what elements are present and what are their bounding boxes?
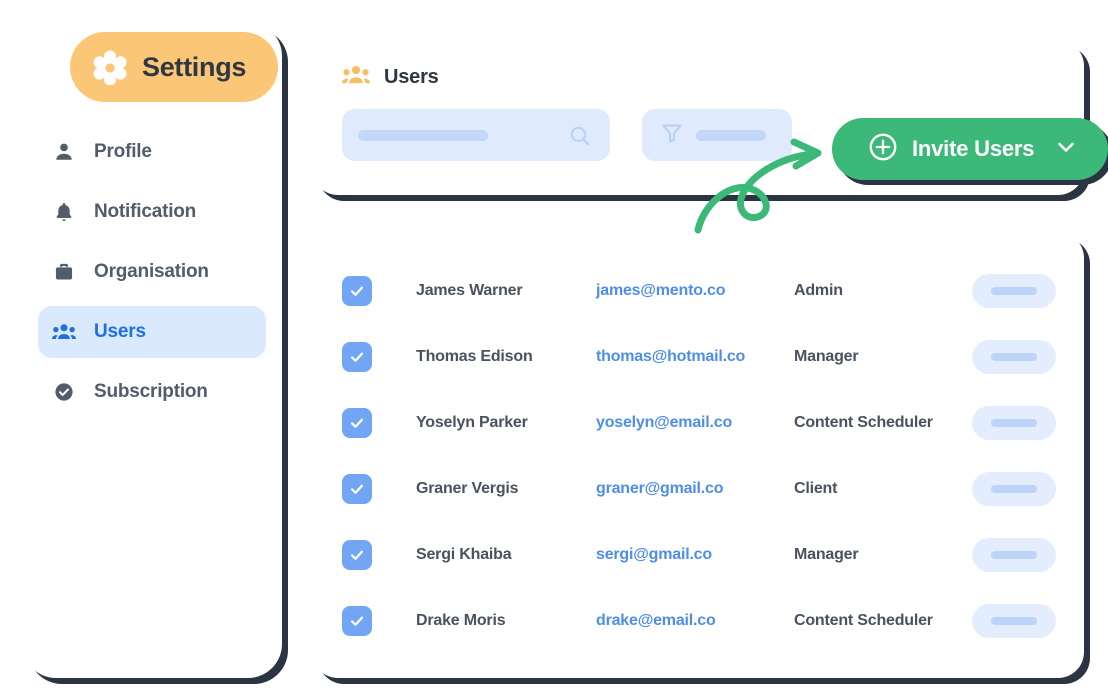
- row-action-button[interactable]: [972, 472, 1056, 506]
- user-email[interactable]: james@mento.co: [596, 282, 794, 300]
- group-icon: [342, 64, 370, 91]
- sidebar-item-notification[interactable]: Notification: [38, 186, 266, 238]
- sidebar-item-label: Profile: [94, 141, 152, 162]
- check-circle-icon: [52, 380, 76, 404]
- row-checkbox[interactable]: [342, 408, 372, 438]
- sidebar-nav: Profile Notification Organisation Users …: [22, 126, 282, 426]
- row-action-button[interactable]: [972, 274, 1056, 308]
- user-name: Drake Moris: [416, 612, 506, 629]
- row-action-bar: [991, 617, 1037, 625]
- user-role: Manager: [794, 546, 859, 563]
- invite-users-button[interactable]: Invite Users: [832, 118, 1108, 180]
- funnel-icon: [660, 121, 684, 150]
- page-root: Settings Profile Notification Organisati…: [0, 0, 1108, 700]
- user-role: Content Scheduler: [794, 612, 933, 629]
- user-email[interactable]: yoselyn@email.co: [596, 414, 794, 432]
- row-checkbox[interactable]: [342, 474, 372, 504]
- row-checkbox[interactable]: [342, 342, 372, 372]
- user-email[interactable]: thomas@hotmail.co: [596, 348, 794, 366]
- bell-icon: [52, 200, 76, 224]
- table-row: Thomas Edison thomas@hotmail.co Manager: [312, 324, 1084, 390]
- chevron-down-icon[interactable]: [1054, 135, 1078, 164]
- settings-title: Settings: [142, 51, 247, 82]
- sidebar-item-users[interactable]: Users: [38, 306, 266, 358]
- group-icon: [52, 320, 76, 344]
- settings-sidebar-card: Settings Profile Notification Organisati…: [22, 22, 282, 678]
- sidebar-item-label: Notification: [94, 201, 197, 222]
- sidebar-item-label: Users: [94, 321, 146, 342]
- settings-header-pill[interactable]: Settings: [70, 32, 278, 102]
- row-action-button[interactable]: [972, 340, 1056, 374]
- user-name: James Warner: [416, 282, 523, 299]
- sidebar-item-label: Organisation: [94, 261, 209, 282]
- users-table-panel: James Warner james@mento.co Admin Thomas Ed…: [312, 232, 1084, 678]
- user-name: Yoselyn Parker: [416, 414, 528, 431]
- sidebar-item-label: Subscription: [94, 381, 208, 402]
- user-email[interactable]: graner@gmail.co: [596, 480, 794, 498]
- users-table-body: James Warner james@mento.co Admin Thomas Ed…: [312, 258, 1084, 654]
- search-icon[interactable]: [568, 124, 592, 153]
- table-row: Graner Vergis graner@gmail.co Client: [312, 456, 1084, 522]
- table-row: Drake Moris drake@email.co Content Schedul…: [312, 588, 1084, 654]
- user-name: Thomas Edison: [416, 348, 533, 365]
- user-name: Sergi Khaiba: [416, 546, 512, 563]
- table-row: Yoselyn Parker yoselyn@email.co Content Sc…: [312, 390, 1084, 456]
- sidebar-item-profile[interactable]: Profile: [38, 126, 266, 178]
- user-role: Client: [794, 480, 838, 497]
- user-email[interactable]: drake@email.co: [596, 612, 794, 630]
- plus-circle-icon: [868, 132, 898, 167]
- row-checkbox[interactable]: [342, 606, 372, 636]
- invite-users-label: Invite Users: [912, 136, 1035, 161]
- briefcase-icon: [52, 260, 76, 284]
- sidebar-item-organisation[interactable]: Organisation: [38, 246, 266, 298]
- row-action-button[interactable]: [972, 538, 1056, 572]
- search-placeholder-bar: [358, 129, 488, 141]
- person-icon: [52, 140, 76, 164]
- row-action-button[interactable]: [972, 406, 1056, 440]
- sidebar-item-subscription[interactable]: Subscription: [38, 366, 266, 418]
- row-action-bar: [991, 551, 1037, 559]
- row-action-button[interactable]: [972, 604, 1056, 638]
- panel-header: Users: [312, 40, 1084, 91]
- page-title: Users: [384, 66, 439, 88]
- row-action-bar: [991, 485, 1037, 493]
- filter-placeholder-bar: [696, 129, 766, 141]
- flower-gear-icon: [92, 49, 128, 86]
- user-role: Manager: [794, 348, 859, 365]
- row-checkbox[interactable]: [342, 540, 372, 570]
- user-email[interactable]: sergi@gmail.co: [596, 546, 794, 564]
- row-action-bar: [991, 353, 1037, 361]
- search-input[interactable]: [342, 109, 610, 161]
- table-row: Sergi Khaiba sergi@gmail.co Manager: [312, 522, 1084, 588]
- user-role: Admin: [794, 282, 843, 299]
- table-row: James Warner james@mento.co Admin: [312, 258, 1084, 324]
- row-action-bar: [991, 419, 1037, 427]
- row-checkbox[interactable]: [342, 276, 372, 306]
- row-action-bar: [991, 287, 1037, 295]
- user-name: Graner Vergis: [416, 480, 519, 497]
- filter-dropdown[interactable]: [642, 109, 792, 161]
- user-role: Content Scheduler: [794, 414, 933, 431]
